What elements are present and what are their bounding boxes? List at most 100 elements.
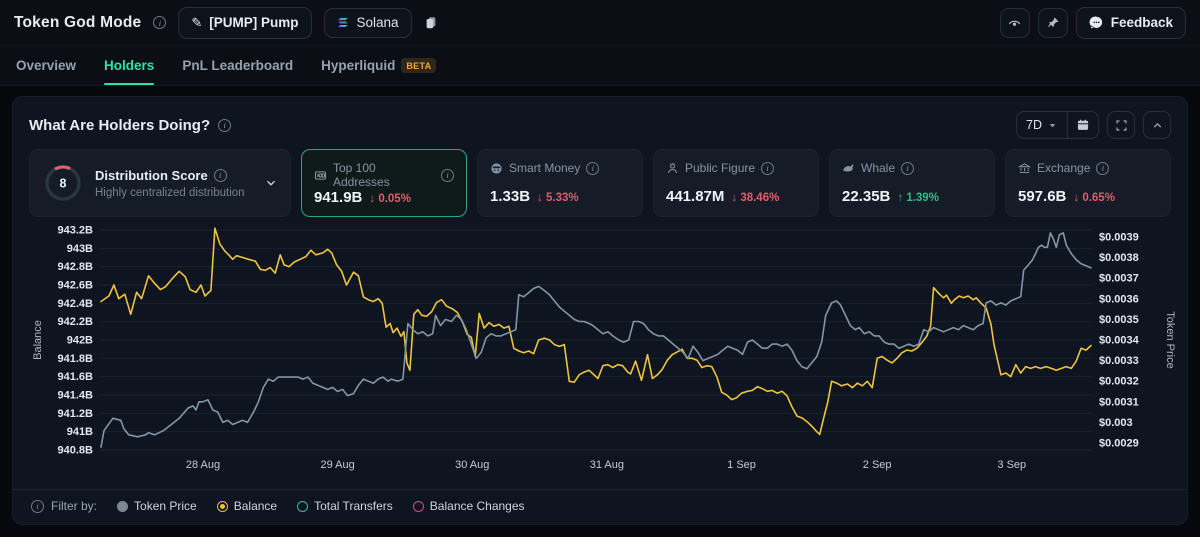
svg-text:Balance: Balance [32, 320, 44, 360]
holders-chart[interactable]: 943.2B943B942.8B942.6B942.4B942.2B942B94… [13, 225, 1187, 487]
tab-overview[interactable]: Overview [16, 46, 76, 85]
svg-text:$0.0036: $0.0036 [1099, 293, 1139, 305]
svg-text:$0.0032: $0.0032 [1099, 376, 1139, 388]
svg-text:$0.0038: $0.0038 [1099, 252, 1139, 264]
svg-text:942.4B: 942.4B [58, 298, 94, 310]
svg-text:$0.0039: $0.0039 [1099, 232, 1139, 244]
stat-card-change: ↓ 0.65% [1073, 192, 1115, 204]
filter-dot-balance [217, 501, 228, 512]
stat-card-whale[interactable]: Whale 22.35B ↑ 1.39% [829, 149, 995, 217]
stat-card-value: 1.33B [490, 188, 530, 205]
copy-address-button[interactable] [424, 15, 438, 30]
info-icon[interactable] [586, 162, 599, 175]
stat-card-value: 441.87M [666, 188, 724, 205]
smart-money-icon [490, 162, 503, 175]
svg-text:$0.0034: $0.0034 [1099, 335, 1140, 347]
svg-text:Token Price: Token Price [1164, 311, 1176, 368]
panel-title: What Are Holders Doing? [29, 117, 210, 134]
svg-text:940.8B: 940.8B [58, 445, 94, 457]
chevron-down-icon[interactable] [264, 176, 278, 190]
tab-hyperliquid[interactable]: Hyperliquid BETA [321, 46, 436, 85]
calendar-icon [1076, 118, 1090, 132]
stat-card-label: Whale [861, 161, 895, 175]
stat-card-change: ↓ 38.46% [731, 192, 779, 204]
filter-option-total-transfers[interactable]: Total Transfers [297, 499, 393, 513]
watchlist-button[interactable] [1000, 8, 1030, 38]
filter-option-token-price[interactable]: Token Price [117, 499, 197, 513]
stat-card-smart-money[interactable]: Smart Money 1.33B ↓ 5.33% [477, 149, 643, 217]
svg-text:942.2B: 942.2B [58, 316, 94, 328]
info-icon[interactable] [214, 169, 227, 182]
svg-text:942B: 942B [67, 335, 93, 347]
calendar-button[interactable] [1068, 112, 1098, 138]
tab-label: Hyperliquid [321, 58, 395, 73]
token-select-button[interactable]: ✎ [PUMP] Pump [178, 7, 311, 39]
info-icon[interactable] [31, 500, 44, 513]
holders-panel: What Are Holders Doing? 7D [12, 96, 1188, 525]
info-icon[interactable] [218, 119, 231, 132]
svg-text:1 Sep: 1 Sep [727, 459, 756, 471]
fullscreen-button[interactable] [1107, 111, 1135, 139]
range-dropdown[interactable]: 7D [1017, 112, 1067, 138]
filter-by-label: Filter by: [51, 499, 97, 513]
svg-text:941B: 941B [67, 426, 93, 438]
feedback-button[interactable]: Feedback [1076, 7, 1186, 39]
stat-card-value: 22.35B [842, 188, 890, 205]
chevron-down-icon [1047, 120, 1058, 131]
svg-text:$0.003: $0.003 [1099, 417, 1133, 429]
stat-card-change: ↓ 5.33% [537, 192, 579, 204]
top-header: Token God Mode ✎ [PUMP] Pump Solana [0, 0, 1200, 46]
public-figure-icon [666, 162, 679, 175]
chat-bubble-icon [1089, 15, 1104, 30]
chevron-up-icon [1151, 119, 1164, 132]
filter-dot-inner [220, 504, 225, 509]
beta-badge: BETA [401, 58, 436, 73]
stat-card-value: 941.9B [314, 189, 362, 206]
info-icon[interactable] [441, 169, 454, 182]
feedback-label: Feedback [1111, 15, 1173, 30]
filter-option-label: Balance Changes [430, 499, 525, 513]
filter-option-label: Balance [234, 499, 277, 513]
chain-label: Solana [357, 15, 399, 30]
pin-button[interactable] [1038, 8, 1068, 38]
info-icon[interactable] [761, 162, 774, 175]
info-icon[interactable] [1096, 162, 1109, 175]
solana-icon [337, 16, 350, 29]
distribution-score-card[interactable]: 8 Distribution Score Highly centralized … [29, 149, 291, 217]
stat-card-label: Public Figure [685, 161, 755, 175]
svg-text:30 Aug: 30 Aug [455, 459, 489, 471]
bank-icon [1018, 162, 1031, 175]
collapse-button[interactable] [1143, 111, 1171, 139]
filter-option-balance[interactable]: Balance [217, 499, 277, 513]
filter-dot-total-transfers [297, 501, 308, 512]
svg-text:942.6B: 942.6B [58, 280, 94, 292]
svg-text:28 Aug: 28 Aug [186, 459, 220, 471]
svg-text:3 Sep: 3 Sep [997, 459, 1026, 471]
svg-text:$0.0029: $0.0029 [1099, 438, 1139, 450]
stat-card-top-100-addresses[interactable]: Top 100 Addresses 941.9B ↓ 0.05% [301, 149, 467, 217]
distribution-score-subtitle: Highly centralized distribution [95, 187, 253, 199]
stat-card-change: ↑ 1.39% [897, 192, 939, 204]
distribution-score-title: Distribution Score [95, 168, 208, 183]
tab-holders[interactable]: Holders [104, 46, 154, 85]
tab-bar: Overview Holders PnL Leaderboard Hyperli… [0, 46, 1200, 86]
info-icon[interactable] [901, 162, 914, 175]
svg-text:$0.0037: $0.0037 [1099, 273, 1139, 285]
filter-option-balance-changes[interactable]: Balance Changes [413, 499, 525, 513]
stat-card-label: Smart Money [509, 161, 580, 175]
svg-text:941.4B: 941.4B [58, 390, 94, 402]
tab-label: PnL Leaderboard [182, 58, 293, 73]
tab-label: Overview [16, 58, 76, 73]
pin-icon [1046, 16, 1060, 30]
svg-text:$0.0033: $0.0033 [1099, 355, 1139, 367]
stat-card-public-figure[interactable]: Public Figure 441.87M ↓ 38.46% [653, 149, 819, 217]
svg-text:943B: 943B [67, 243, 93, 255]
stat-card-exchange[interactable]: Exchange 597.6B ↓ 0.65% [1005, 149, 1171, 217]
info-icon[interactable] [153, 16, 166, 29]
page-title: Token God Mode [14, 14, 141, 32]
tab-pnl-leaderboard[interactable]: PnL Leaderboard [182, 46, 293, 85]
pencil-icon: ✎ [191, 15, 202, 31]
active-tab-underline [104, 83, 154, 85]
chain-chip[interactable]: Solana [324, 8, 412, 38]
filter-option-label: Total Transfers [314, 499, 393, 513]
